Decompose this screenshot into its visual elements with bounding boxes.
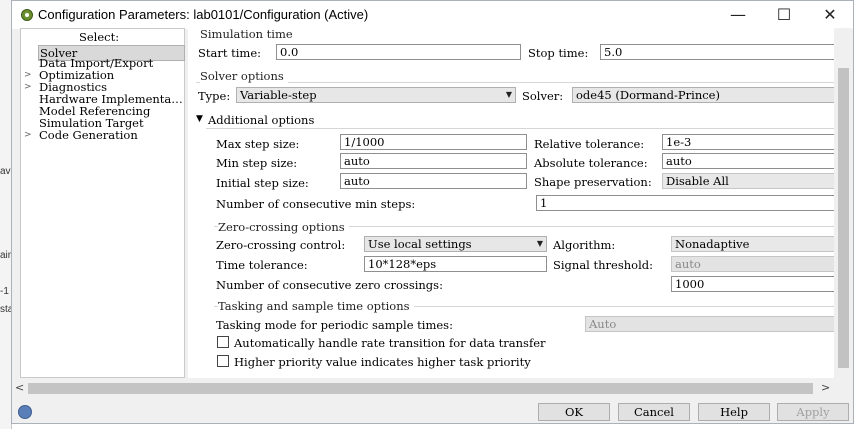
solver-settings-pane: Simulation time Start time: 0.0 Stop tim… xyxy=(188,28,834,378)
absolute-tolerance-label: Absolute tolerance: xyxy=(534,156,648,170)
time-tolerance-label: Time tolerance: xyxy=(216,258,308,272)
tree-item-code-generation[interactable]: Code Generation xyxy=(39,129,138,141)
category-tree: Select: Solver Data Import/Export > Opti… xyxy=(20,28,185,378)
chevron-down-icon: ▼ xyxy=(536,239,543,248)
priority-checkbox[interactable] xyxy=(217,355,229,367)
divider xyxy=(196,82,834,83)
scroll-left-icon[interactable]: < xyxy=(15,381,24,394)
rate-transition-checkbox[interactable] xyxy=(217,336,229,348)
simulink-gear-icon xyxy=(21,9,33,21)
solver-type-select[interactable]: Variable-step ▼ xyxy=(236,87,516,103)
divider xyxy=(206,128,834,129)
help-circle-icon[interactable] xyxy=(18,405,32,419)
tasking-group: Tasking and sample time options xyxy=(218,299,414,313)
start-time-label: Start time: xyxy=(198,46,262,60)
solver-type-value: Variable-step xyxy=(240,88,317,102)
apply-button[interactable]: Apply xyxy=(777,403,849,421)
rate-transition-label: Automatically handle rate transition for… xyxy=(234,336,546,350)
initial-step-size-label: Initial step size: xyxy=(216,176,309,190)
consecutive-min-steps-label: Number of consecutive min steps: xyxy=(216,197,416,211)
collapse-triangle-icon[interactable]: ▼ xyxy=(196,114,203,124)
solver-type-label: Type: xyxy=(198,89,231,103)
additional-options-header[interactable]: Additional options xyxy=(208,113,314,127)
consecutive-min-steps-input[interactable]: 1 xyxy=(536,195,834,211)
window-title: Configuration Parameters: lab0101/Config… xyxy=(38,7,369,22)
scroll-right-icon[interactable]: > xyxy=(821,381,830,394)
config-dialog: Configuration Parameters: lab0101/Config… xyxy=(11,0,854,424)
min-step-size-label: Min step size: xyxy=(216,156,298,170)
horizontal-scrollbar[interactable]: < > xyxy=(12,380,853,397)
tasking-mode-label: Tasking mode for periodic sample times: xyxy=(216,318,453,332)
zero-crossing-control-value: Use local settings xyxy=(368,237,472,251)
stop-time-label: Stop time: xyxy=(528,46,589,60)
absolute-tolerance-input[interactable]: auto xyxy=(662,153,834,169)
ok-button[interactable]: OK xyxy=(538,403,610,421)
time-tolerance-input[interactable]: 10*128*eps xyxy=(364,256,547,272)
expand-arrow-icon[interactable]: > xyxy=(24,82,32,92)
zero-crossing-control-label: Zero-crossing control: xyxy=(216,238,346,252)
help-button[interactable]: Help xyxy=(698,403,770,421)
consecutive-zero-crossings-input[interactable]: 1000 xyxy=(671,276,834,292)
title-bar[interactable]: Configuration Parameters: lab0101/Config… xyxy=(12,1,853,29)
initial-step-size-input[interactable]: auto xyxy=(340,173,527,189)
tasking-mode-select: Auto xyxy=(585,316,834,332)
solver-options-group: Solver options xyxy=(200,69,288,83)
algorithm-select[interactable]: Nonadaptive xyxy=(671,236,834,252)
vertical-scroll-thumb[interactable] xyxy=(838,68,849,368)
cancel-button[interactable]: Cancel xyxy=(618,403,690,421)
shape-preservation-label: Shape preservation: xyxy=(534,175,652,189)
close-button[interactable]: ✕ xyxy=(807,1,853,29)
horizontal-scroll-thumb[interactable] xyxy=(28,383,813,394)
chevron-down-icon: ▼ xyxy=(505,90,512,99)
priority-label: Higher priority value indicates higher t… xyxy=(234,355,531,369)
signal-threshold-input: auto xyxy=(671,256,834,272)
signal-threshold-label: Signal threshold: xyxy=(553,258,653,272)
algorithm-label: Algorithm: xyxy=(553,238,616,252)
consecutive-zero-crossings-label: Number of consecutive zero crossings: xyxy=(216,278,443,292)
min-step-size-input[interactable]: auto xyxy=(340,153,527,169)
shape-preservation-select[interactable]: Disable All xyxy=(662,173,834,189)
background-fragment: -1 xyxy=(0,286,9,297)
max-step-size-label: Max step size: xyxy=(216,137,300,151)
zero-crossing-group: Zero-crossing options xyxy=(218,220,349,234)
solver-select[interactable]: ode45 (Dormand-Prince) xyxy=(572,87,834,103)
solver-label: Solver: xyxy=(522,89,564,103)
expand-arrow-icon[interactable]: > xyxy=(24,70,32,80)
stop-time-input[interactable]: 5.0 xyxy=(600,44,834,60)
simulation-time-group: Simulation time xyxy=(200,28,297,41)
minimize-button[interactable]: — xyxy=(715,1,761,29)
relative-tolerance-label: Relative tolerance: xyxy=(534,137,645,151)
maximize-button[interactable]: ☐ xyxy=(761,1,807,29)
max-step-size-input[interactable]: 1/1000 xyxy=(340,134,527,150)
zero-crossing-control-select[interactable]: Use local settings ▼ xyxy=(364,236,547,252)
expand-arrow-icon[interactable]: > xyxy=(24,130,32,140)
vertical-scrollbar[interactable] xyxy=(835,28,852,379)
solver-value: ode45 (Dormand-Prince) xyxy=(576,88,720,102)
start-time-input[interactable]: 0.0 xyxy=(276,44,521,60)
tree-header: Select: xyxy=(79,30,120,44)
relative-tolerance-input[interactable]: 1e-3 xyxy=(662,134,834,150)
